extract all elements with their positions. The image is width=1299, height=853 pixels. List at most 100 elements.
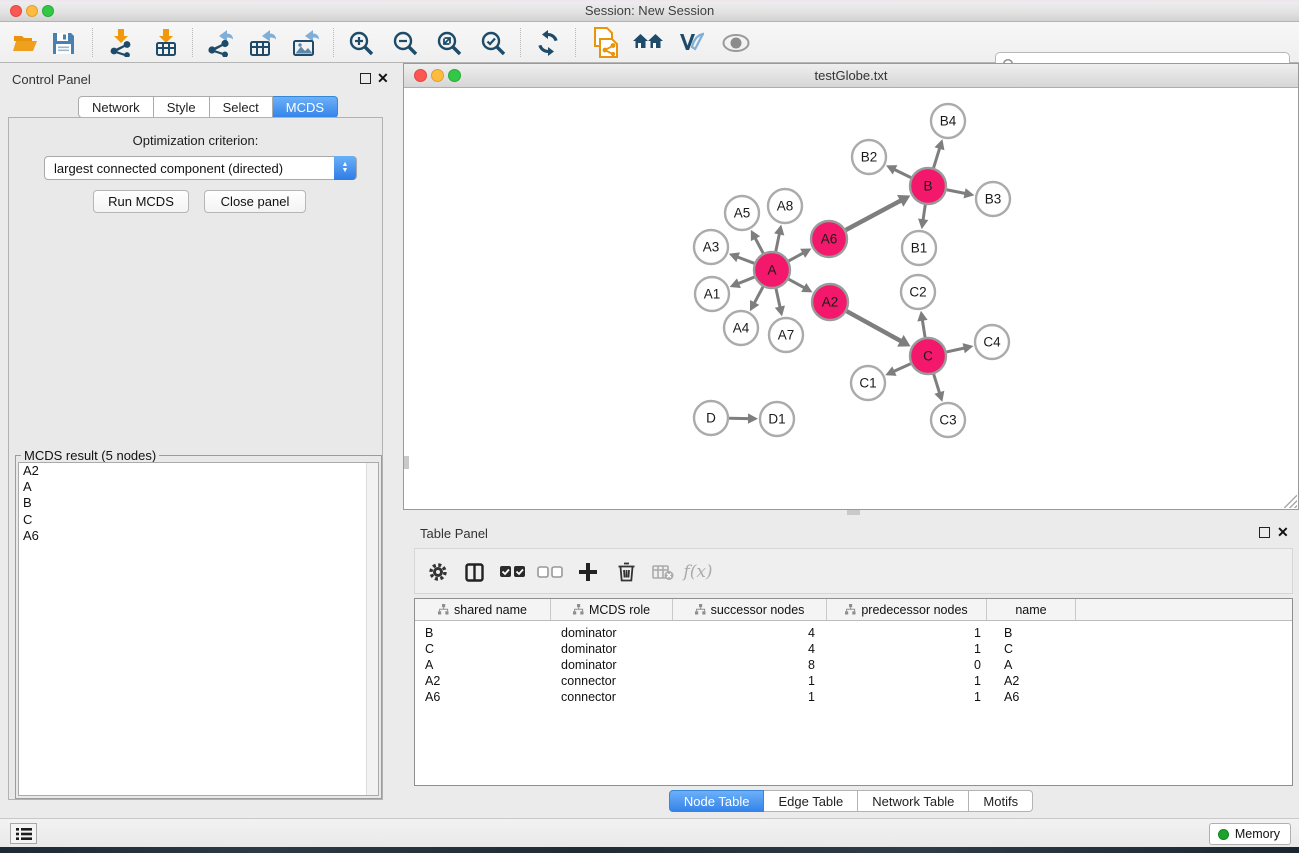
edge-A-A4[interactable] [750, 287, 763, 311]
graph-node-A1[interactable]: A1 [695, 277, 729, 311]
edge-A2-C[interactable] [847, 311, 911, 346]
tab-edge-table[interactable]: Edge Table [764, 790, 858, 812]
refresh-icon[interactable] [533, 29, 563, 57]
result-item[interactable]: A6 [19, 528, 378, 544]
graph-node-D1[interactable]: D1 [760, 402, 794, 436]
graph-node-A3[interactable]: A3 [694, 230, 728, 264]
edge-A-A1[interactable] [730, 277, 755, 288]
edge-B-B4[interactable] [934, 139, 945, 168]
tab-select[interactable]: Select [210, 96, 273, 118]
graph-node-A[interactable]: A [754, 252, 790, 288]
close-panel-icon[interactable]: ✕ [377, 73, 389, 84]
canvas-bottom-scroll-hint[interactable] [847, 510, 860, 515]
graph-node-B4[interactable]: B4 [931, 104, 965, 138]
edge-A6-B[interactable] [846, 195, 911, 230]
import-network-icon[interactable] [106, 29, 136, 57]
table-row[interactable]: A6connector11A6 [415, 689, 1292, 705]
deselect-all-icon[interactable] [535, 557, 565, 587]
export-network-icon[interactable] [204, 29, 234, 57]
graph-node-A2[interactable]: A2 [812, 284, 848, 320]
graph-node-B[interactable]: B [910, 168, 946, 204]
network-window-titlebar[interactable]: testGlobe.txt [404, 64, 1298, 88]
graph-node-A7[interactable]: A7 [769, 318, 803, 352]
tab-network[interactable]: Network [78, 96, 154, 118]
graph-node-A8[interactable]: A8 [768, 189, 802, 223]
export-image-icon[interactable] [290, 29, 320, 57]
table-row[interactable]: A2connector11A2 [415, 673, 1292, 689]
import-table-icon[interactable] [151, 29, 181, 57]
graph-node-B1[interactable]: B1 [902, 231, 936, 265]
graph-node-C[interactable]: C [910, 338, 946, 374]
graph-node-C4[interactable]: C4 [975, 325, 1009, 359]
home-icon[interactable] [633, 29, 663, 57]
close-panel-button[interactable]: Close panel [204, 190, 306, 213]
edge-A-A3[interactable] [729, 252, 754, 263]
graph-node-C2[interactable]: C2 [901, 275, 935, 309]
task-history-button[interactable] [10, 823, 37, 844]
criterion-dropdown[interactable]: largest connected component (directed) ▲… [44, 156, 357, 180]
result-item[interactable]: A2 [19, 463, 378, 479]
edge-A-A5[interactable] [751, 230, 763, 253]
network-from-selection-icon[interactable] [590, 29, 620, 57]
edge-C-C1[interactable] [885, 364, 910, 376]
table-float-icon[interactable] [1259, 527, 1270, 538]
tab-motifs[interactable]: Motifs [969, 790, 1033, 812]
network-canvas[interactable]: B4 B2 B B3 B1 A5 A8 A3 A6 A A1A4 A7 A2 C2 C C1 C4 C3 D D1 [404, 88, 1298, 509]
delete-column-icon[interactable] [611, 557, 641, 587]
apply-style-icon[interactable] [676, 29, 706, 57]
graph-node-A6[interactable]: A6 [811, 221, 847, 257]
column-header-MCDS-role[interactable]: MCDS role [551, 599, 673, 620]
delete-table-icon[interactable] [648, 557, 678, 587]
column-header-name[interactable]: name [987, 599, 1076, 620]
graph-node-D[interactable]: D [694, 401, 728, 435]
column-header-predecessor-nodes[interactable]: predecessor nodes [827, 599, 987, 620]
zoom-selected-icon[interactable] [478, 29, 508, 57]
edge-B-B1[interactable] [918, 205, 928, 229]
graph-node-C1[interactable]: C1 [851, 366, 885, 400]
open-session-icon[interactable] [10, 29, 40, 57]
table-settings-gear-icon[interactable] [423, 557, 453, 587]
zoom-out-icon[interactable] [390, 29, 420, 57]
edge-C-C3[interactable] [934, 374, 945, 402]
export-table-icon[interactable] [247, 29, 277, 57]
function-builder-icon[interactable]: f(x) [683, 557, 713, 587]
result-item[interactable]: B [19, 495, 378, 511]
edge-A-A7[interactable] [775, 289, 785, 317]
graph-node-B3[interactable]: B3 [976, 182, 1010, 216]
zoom-fit-icon[interactable] [434, 29, 464, 57]
result-scrollbar[interactable] [366, 463, 378, 795]
mcds-result-list[interactable]: A2ABCA6 [18, 462, 379, 796]
graph-node-C3[interactable]: C3 [931, 403, 965, 437]
memory-button[interactable]: Memory [1209, 823, 1291, 845]
result-item[interactable]: A [19, 479, 378, 495]
float-panel-icon[interactable] [360, 73, 371, 84]
edge-A-A8[interactable] [774, 225, 784, 252]
column-layout-icon[interactable] [459, 557, 489, 587]
edge-B-B3[interactable] [947, 188, 975, 198]
result-item[interactable]: C [19, 512, 378, 528]
edge-C-C2[interactable] [917, 311, 927, 337]
tab-mcds[interactable]: MCDS [273, 96, 338, 118]
column-header-shared-name[interactable]: shared name [415, 599, 551, 620]
column-header-successor-nodes[interactable]: successor nodes [673, 599, 827, 620]
show-hide-eye-icon[interactable] [721, 29, 751, 57]
save-session-icon[interactable] [48, 29, 78, 57]
window-resize-grip[interactable] [1284, 495, 1297, 508]
graph-node-A4[interactable]: A4 [724, 311, 758, 345]
edge-C-C4[interactable] [947, 343, 974, 353]
tab-style[interactable]: Style [154, 96, 210, 118]
add-column-icon[interactable] [573, 557, 603, 587]
network-graph[interactable]: B4 B2 B B3 B1 A5 A8 A3 A6 A A1A4 A7 A2 C2 C C1 C4 C3 D D1 [404, 88, 1298, 509]
graph-node-A5[interactable]: A5 [725, 196, 759, 230]
run-mcds-button[interactable]: Run MCDS [93, 190, 189, 213]
table-row[interactable]: Bdominator41B [415, 625, 1292, 641]
graph-node-B2[interactable]: B2 [852, 140, 886, 174]
edge-A-A2[interactable] [789, 279, 813, 292]
table-row[interactable]: Adominator80A [415, 657, 1292, 673]
table-close-icon[interactable]: ✕ [1277, 527, 1289, 538]
tab-network-table[interactable]: Network Table [858, 790, 969, 812]
edge-D-D1[interactable] [729, 413, 758, 423]
edge-B-B2[interactable] [886, 165, 911, 177]
tab-node-table[interactable]: Node Table [669, 790, 765, 812]
select-all-icon[interactable] [498, 557, 528, 587]
